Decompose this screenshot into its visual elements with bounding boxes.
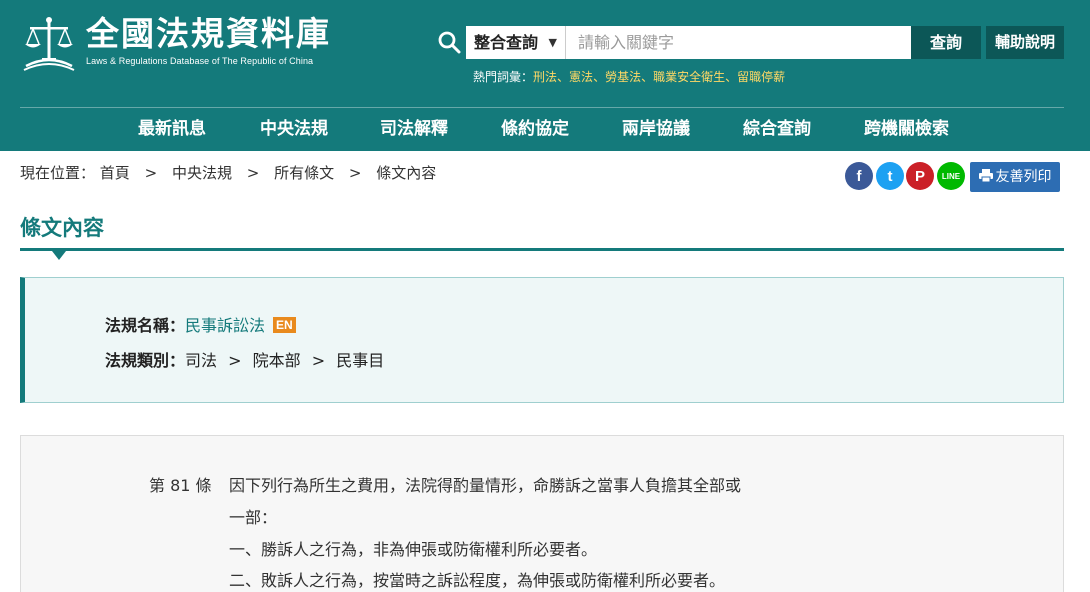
nav-item-cross-agency-search[interactable]: 跨機關檢索: [864, 108, 949, 151]
search-icon: [438, 31, 461, 54]
site-title: 全國法規資料庫: [86, 14, 331, 53]
category-separator: >: [311, 351, 326, 370]
nav-item-cross-strait[interactable]: 兩岸協議: [622, 108, 690, 151]
page-title: 條文內容: [20, 216, 104, 240]
law-category-row: 法規類別：司法 > 院本部 > 民事目: [105, 347, 384, 371]
nav-item-judicial-interpretation[interactable]: 司法解釋: [380, 108, 448, 151]
help-button[interactable]: 輔助說明: [986, 26, 1064, 59]
article-panel: 第 81 條 因下列行為所生之費用，法院得酌量情形，命勝訴之當事人負擔其全部或 …: [20, 435, 1064, 592]
pinterest-share-icon[interactable]: P: [906, 162, 934, 190]
site-header: 全國法規資料庫 Laws & Regulations Database of T…: [0, 0, 1090, 151]
nav-item-treaties[interactable]: 條約協定: [501, 108, 569, 151]
hot-keyword-link[interactable]: 勞基法: [605, 70, 641, 84]
breadcrumb-label: 現在位置：: [20, 164, 96, 182]
breadcrumb-separator: >: [144, 164, 158, 182]
line-share-icon[interactable]: LINE: [937, 162, 965, 190]
article-text-line: 一、勝訴人之行為，非為伸張或防衛權利所必要者。: [229, 540, 598, 559]
article-text-line: 因下列行為所生之費用，法院得酌量情形，命勝訴之當事人負擔其全部或: [229, 476, 742, 495]
scales-of-justice-icon: [23, 17, 75, 71]
hot-keyword-link[interactable]: 憲法: [569, 70, 593, 84]
title-pointer: [52, 251, 66, 260]
breadcrumb-item-home[interactable]: 首頁: [100, 164, 130, 182]
breadcrumb-separator: >: [348, 164, 362, 182]
search-scope-select[interactable]: 整合查詢 ▼: [466, 26, 566, 59]
nav-item-central-laws[interactable]: 中央法規: [260, 108, 328, 151]
print-friendly-button[interactable]: 友善列印: [970, 162, 1060, 192]
law-name-row: 法規名稱：民事訴訟法 EN: [105, 312, 296, 336]
breadcrumb-separator: >: [246, 164, 260, 182]
article-number[interactable]: 第 81 條: [149, 472, 212, 496]
search-input[interactable]: [566, 26, 911, 59]
logo-text: 全國法規資料庫 Laws & Regulations Database of T…: [86, 14, 331, 66]
law-category-item: 院本部: [252, 351, 301, 370]
hot-keyword-link[interactable]: 刑法: [533, 70, 557, 84]
search-button[interactable]: 查詢: [911, 26, 981, 59]
law-name-link[interactable]: 民事訴訟法: [185, 316, 265, 335]
article-text-line: 二、敗訴人之行為，按當時之訴訟程度，為伸張或防衛權利所必要者。: [229, 571, 726, 590]
print-label: 友善列印: [995, 169, 1052, 185]
law-category-item: 司法: [185, 351, 218, 370]
site-logo[interactable]: 全國法規資料庫 Laws & Regulations Database of T…: [20, 14, 331, 74]
category-separator: >: [228, 351, 242, 370]
hot-keyword-link[interactable]: 職業安全衛生: [653, 70, 725, 84]
main-nav: 最新訊息 中央法規 司法解釋 條約協定 兩岸協議 綜合查詢 跨機關檢索: [0, 108, 1090, 151]
caret-down-icon: ▼: [548, 36, 557, 49]
breadcrumb-item-current: 條文內容: [376, 164, 437, 182]
law-info-panel: 法規名稱：民事訴訟法 EN 法規類別：司法 > 院本部 > 民事目: [20, 277, 1064, 403]
hot-keyword-link[interactable]: 留職停薪: [737, 70, 785, 84]
facebook-share-icon[interactable]: f: [845, 162, 873, 190]
article-text-line: 一部：: [229, 508, 278, 527]
hot-keywords: 熱門詞彙：刑法、憲法、勞基法、職業安全衛生、留職停薪: [473, 70, 786, 84]
title-divider: [20, 248, 1064, 251]
breadcrumb-item-all-articles[interactable]: 所有條文: [274, 164, 334, 182]
breadcrumb: 現在位置： 首頁 > 中央法規 > 所有條文 > 條文內容: [20, 162, 436, 183]
twitter-share-icon[interactable]: t: [876, 162, 904, 190]
nav-item-comprehensive-search[interactable]: 綜合查詢: [743, 108, 811, 151]
law-category-item: 民事目: [336, 351, 385, 370]
nav-item-news[interactable]: 最新訊息: [138, 108, 206, 151]
english-version-badge[interactable]: EN: [273, 317, 296, 333]
search-scope-label: 整合查詢: [474, 33, 539, 52]
hot-keywords-label: 熱門詞彙：: [473, 70, 534, 84]
printer-icon: [978, 169, 993, 183]
site-subtitle: Laws & Regulations Database of The Repub…: [86, 56, 314, 66]
law-category-label: 法規類別：: [105, 351, 186, 370]
breadcrumb-item-central-laws[interactable]: 中央法規: [172, 164, 232, 182]
law-name-label: 法規名稱：: [105, 316, 186, 335]
